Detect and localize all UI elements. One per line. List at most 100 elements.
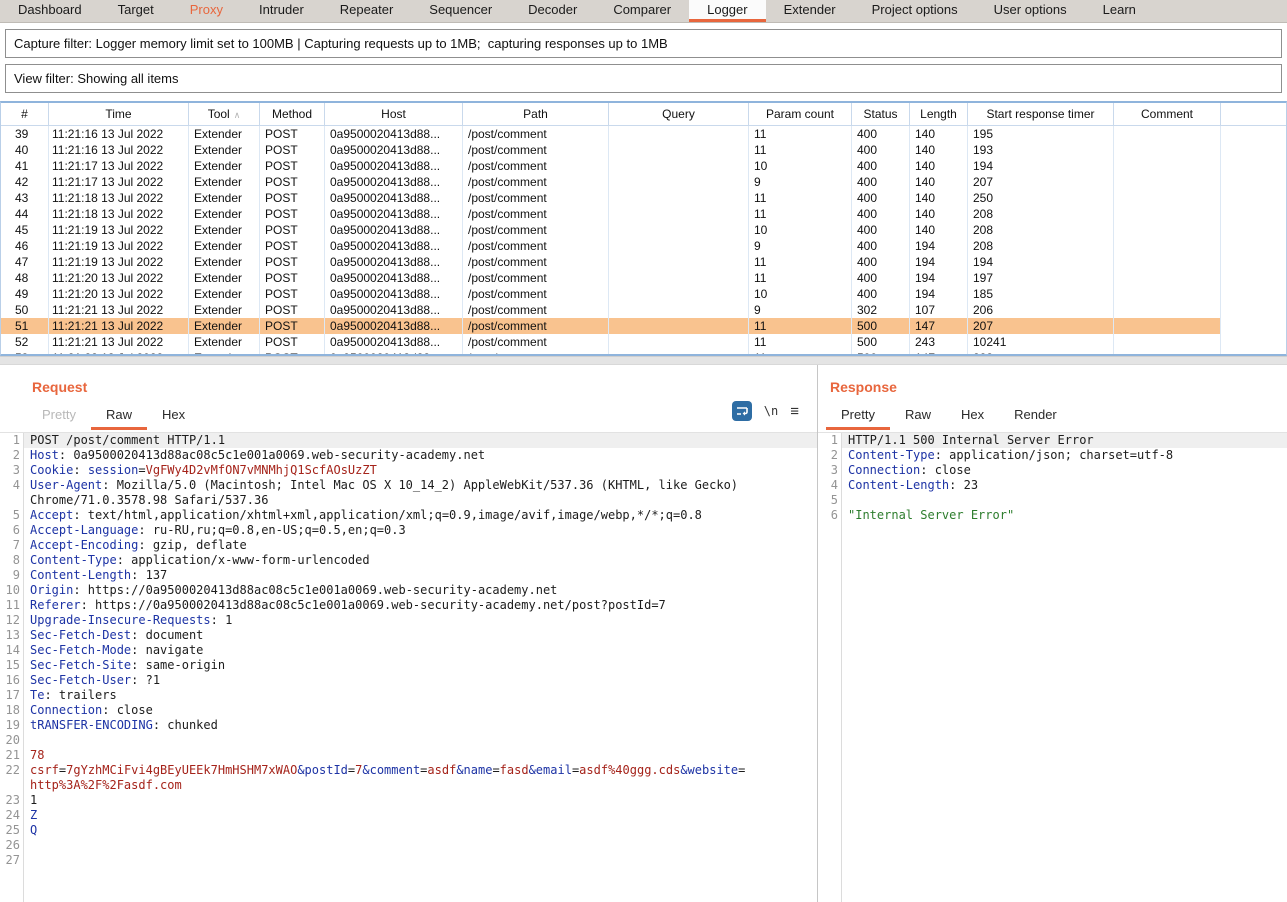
view-tab-pretty[interactable]: Pretty xyxy=(826,405,890,430)
cell-param_count: 10 xyxy=(749,222,852,238)
cell-length: 194 xyxy=(910,286,968,302)
cell-method: POST xyxy=(260,286,325,302)
cell-method: POST xyxy=(260,254,325,270)
request-editor[interactable]: 1234567891011121314151617181920212223242… xyxy=(0,432,817,902)
cell-id: 47 xyxy=(1,254,49,270)
response-editor[interactable]: 123456 HTTP/1.1 500 Internal Server Erro… xyxy=(818,432,1287,902)
col-timer[interactable]: Start response timer xyxy=(968,103,1114,126)
view-tab-raw[interactable]: Raw xyxy=(890,405,946,430)
menu-icon[interactable]: ≡ xyxy=(790,404,799,419)
tab-logger[interactable]: Logger xyxy=(689,0,765,22)
table-row[interactable]: 4511:21:19 13 Jul 2022ExtenderPOST0a9500… xyxy=(1,222,1286,238)
tab-sequencer[interactable]: Sequencer xyxy=(411,0,510,22)
table-row[interactable]: 4211:21:17 13 Jul 2022ExtenderPOST0a9500… xyxy=(1,174,1286,190)
table-row[interactable]: 4911:21:20 13 Jul 2022ExtenderPOST0a9500… xyxy=(1,286,1286,302)
col-status[interactable]: Status xyxy=(852,103,910,126)
editor-line: Content-Type: application/x-www-form-url… xyxy=(24,553,817,568)
table-row[interactable]: 3911:21:16 13 Jul 2022ExtenderPOST0a9500… xyxy=(1,126,1286,143)
cell-path: /post/comment xyxy=(463,270,609,286)
table-row[interactable]: 4711:21:19 13 Jul 2022ExtenderPOST0a9500… xyxy=(1,254,1286,270)
tab-target[interactable]: Target xyxy=(100,0,172,22)
cell-query xyxy=(609,318,749,334)
cell-id: 42 xyxy=(1,174,49,190)
cell-filler xyxy=(1221,174,1287,190)
line-number: 21 xyxy=(0,748,20,763)
cell-query xyxy=(609,302,749,318)
tab-learn[interactable]: Learn xyxy=(1085,0,1154,22)
line-number: 1 xyxy=(818,433,838,448)
col-path[interactable]: Path xyxy=(463,103,609,126)
cell-id: 49 xyxy=(1,286,49,302)
cell-method: POST xyxy=(260,190,325,206)
col-time[interactable]: Time xyxy=(49,103,189,126)
view-tab-pretty[interactable]: Pretty xyxy=(27,405,91,430)
cell-time: 11:21:18 13 Jul 2022 xyxy=(49,206,189,222)
col-host[interactable]: Host xyxy=(325,103,463,126)
tab-user-options[interactable]: User options xyxy=(976,0,1085,22)
tab-proxy[interactable]: Proxy xyxy=(172,0,241,22)
view-tab-render[interactable]: Render xyxy=(999,405,1072,430)
cell-status: 400 xyxy=(852,270,910,286)
col-method[interactable]: Method xyxy=(260,103,325,126)
cell-path: /post/comment xyxy=(463,174,609,190)
editor-line: Content-Length: 23 xyxy=(842,478,1287,493)
view-tab-hex[interactable]: Hex xyxy=(946,405,999,430)
newline-icon[interactable]: \n xyxy=(764,404,778,418)
table-row[interactable]: 4411:21:18 13 Jul 2022ExtenderPOST0a9500… xyxy=(1,206,1286,222)
table-row[interactable]: 4811:21:20 13 Jul 2022ExtenderPOST0a9500… xyxy=(1,270,1286,286)
cell-host: 0a9500020413d88... xyxy=(325,318,463,334)
table-row[interactable]: 5111:21:21 13 Jul 2022ExtenderPOST0a9500… xyxy=(1,318,1286,334)
view-tab-hex[interactable]: Hex xyxy=(147,405,200,430)
col-tool[interactable]: Tool∧ xyxy=(189,103,260,126)
tab-project-options[interactable]: Project options xyxy=(854,0,976,22)
col-param_count[interactable]: Param count xyxy=(749,103,852,126)
view-tab-raw[interactable]: Raw xyxy=(91,405,147,430)
view-filter-bar[interactable]: View filter: Showing all items xyxy=(5,64,1282,93)
line-number: 12 xyxy=(0,613,20,628)
table-row[interactable]: 4111:21:17 13 Jul 2022ExtenderPOST0a9500… xyxy=(1,158,1286,174)
cell-time: 11:21:19 13 Jul 2022 xyxy=(49,254,189,270)
tab-dashboard[interactable]: Dashboard xyxy=(0,0,100,22)
cell-timer: 194 xyxy=(968,254,1114,270)
cell-tool: Extender xyxy=(189,254,260,270)
line-number: 15 xyxy=(0,658,20,673)
table-row[interactable]: 5211:21:21 13 Jul 2022ExtenderPOST0a9500… xyxy=(1,334,1286,350)
line-number: 26 xyxy=(0,838,20,853)
request-view-tabs: PrettyRawHex xyxy=(27,405,817,430)
table-row[interactable]: 4011:21:16 13 Jul 2022ExtenderPOST0a9500… xyxy=(1,142,1286,158)
table-header-row: #TimeTool∧MethodHostPathQueryParam count… xyxy=(1,103,1286,126)
cell-status: 400 xyxy=(852,238,910,254)
col-comment[interactable]: Comment xyxy=(1114,103,1221,126)
tab-decoder[interactable]: Decoder xyxy=(510,0,595,22)
cell-timer: 193 xyxy=(968,142,1114,158)
cell-length: 147 xyxy=(910,318,968,334)
cell-query xyxy=(609,190,749,206)
editor-line: Sec-Fetch-Dest: document xyxy=(24,628,817,643)
cell-path: /post/comment xyxy=(463,222,609,238)
table-row[interactable]: 4311:21:18 13 Jul 2022ExtenderPOST0a9500… xyxy=(1,190,1286,206)
request-editor-content: POST /post/comment HTTP/1.1Host: 0a95000… xyxy=(23,433,817,902)
line-number: 13 xyxy=(0,628,20,643)
col-query[interactable]: Query xyxy=(609,103,749,126)
cell-timer: 194 xyxy=(968,158,1114,174)
capture-filter-bar[interactable]: Capture filter: Logger memory limit set … xyxy=(5,29,1282,58)
cell-path: /post/comment xyxy=(463,334,609,350)
horizontal-splitter[interactable] xyxy=(0,356,1287,365)
col-id[interactable]: # xyxy=(1,103,49,126)
cell-comment xyxy=(1114,206,1221,222)
cell-comment xyxy=(1114,270,1221,286)
col-length[interactable]: Length xyxy=(910,103,968,126)
cell-filler xyxy=(1221,190,1287,206)
tab-extender[interactable]: Extender xyxy=(766,0,854,22)
line-number: 2 xyxy=(0,448,20,463)
tab-repeater[interactable]: Repeater xyxy=(322,0,411,22)
editor-line: POST /post/comment HTTP/1.1 xyxy=(24,433,817,448)
table-row[interactable]: 4611:21:19 13 Jul 2022ExtenderPOST0a9500… xyxy=(1,238,1286,254)
cell-length: 140 xyxy=(910,190,968,206)
line-number: 1 xyxy=(0,433,20,448)
tab-comparer[interactable]: Comparer xyxy=(595,0,689,22)
tab-intruder[interactable]: Intruder xyxy=(241,0,322,22)
cell-method: POST xyxy=(260,174,325,190)
word-wrap-icon[interactable] xyxy=(732,401,752,421)
table-row[interactable]: 5011:21:21 13 Jul 2022ExtenderPOST0a9500… xyxy=(1,302,1286,318)
